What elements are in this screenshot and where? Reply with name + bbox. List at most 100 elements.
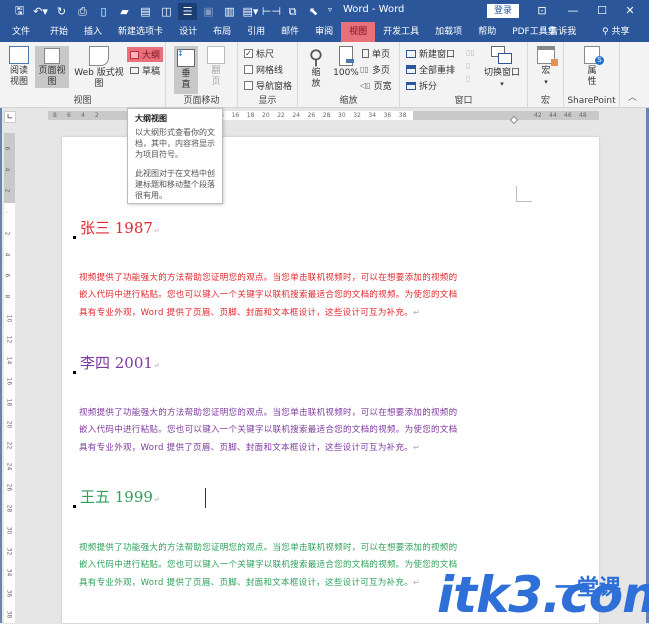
- tab-selector[interactable]: ∟: [4, 111, 16, 123]
- new-document-icon[interactable]: ▯: [94, 3, 113, 20]
- select-object-icon[interactable]: ⧉: [283, 3, 302, 20]
- outline-bullet: [73, 505, 76, 508]
- tab-new-tab[interactable]: 新建选项卡: [110, 22, 171, 42]
- group-sharepoint: S 属 性 SharePoint: [564, 42, 620, 108]
- arrange-all-label: 全部重排: [419, 66, 456, 76]
- vertical-ruler-tick-label: 34: [5, 568, 13, 577]
- save-icon[interactable]: 🖫: [10, 3, 29, 20]
- paragraph-2[interactable]: 视频提供了功能强大的方法帮助您证明您的观点。当您单击联机视频时，可以在想要添加的…: [79, 405, 464, 457]
- tab-developer[interactable]: 开发工具: [375, 22, 427, 42]
- heading-3[interactable]: 王五 1999↵: [80, 486, 160, 507]
- tab-insert[interactable]: 插入: [76, 22, 110, 42]
- customize-qat-icon[interactable]: ▿: [328, 5, 332, 14]
- page-width-button[interactable]: ◁▯ 页宽: [360, 79, 392, 92]
- columns-icon[interactable]: ▥: [220, 3, 239, 20]
- properties-button[interactable]: S 属 性: [580, 46, 604, 88]
- open-folder-icon[interactable]: ▰: [115, 3, 134, 20]
- switch-windows-button[interactable]: 切换窗口 ▾: [480, 46, 524, 90]
- ribbon-display-options-icon[interactable]: ⊡: [532, 2, 552, 20]
- print-layout-button[interactable]: 页面视图: [35, 46, 69, 88]
- outline-view-icon[interactable]: ☰: [178, 3, 197, 20]
- tab-help[interactable]: 帮助: [470, 22, 504, 42]
- tab-mailings[interactable]: 邮件: [273, 22, 307, 42]
- nav-pane-checkbox[interactable]: 导航窗格: [244, 79, 292, 92]
- arrange-all-button[interactable]: 全部重排: [406, 63, 455, 76]
- reset-window-icon[interactable]: ▯: [466, 72, 476, 85]
- vertical-button[interactable]: ↕ 垂 直: [174, 46, 198, 94]
- sync-scroll-icon[interactable]: ▯: [466, 59, 476, 72]
- tab-view[interactable]: 视图: [341, 22, 376, 42]
- ruler-tick-label: 36: [383, 112, 392, 119]
- gridlines-check-icon: [244, 65, 253, 74]
- vertical-ruler-tick-label: 2: [3, 231, 11, 236]
- image-icon[interactable]: ▣: [199, 3, 218, 20]
- heading-3-text: 王五 1999: [80, 488, 153, 506]
- pointer-icon[interactable]: ⬉: [304, 3, 323, 20]
- heading-1[interactable]: 张三 1987↵: [80, 217, 160, 238]
- zoom-button[interactable]: ⚲ 缩 放: [304, 46, 328, 90]
- paragraph-1[interactable]: 视频提供了功能强大的方法帮助您证明您的观点。当您单击联机视频时，可以在想要添加的…: [79, 270, 464, 322]
- paragraph-3[interactable]: 视频提供了功能强大的方法帮助您证明您的观点。当您单击联机视频时，可以在想要添加的…: [79, 540, 464, 592]
- share-label: 共享: [611, 27, 630, 37]
- vertical-ruler-tick-label: 8: [3, 294, 11, 299]
- vertical-ruler-tick-label: 16: [5, 377, 13, 386]
- outline-icon: [130, 50, 139, 59]
- new-window-icon: [406, 49, 416, 58]
- paste-icon[interactable]: ▤: [136, 3, 155, 20]
- web-layout-button[interactable]: Web 版式视图: [71, 46, 127, 90]
- collapse-ribbon-icon[interactable]: ︿: [628, 90, 637, 103]
- tell-me-button[interactable]: 💡︎ 告诉我: [540, 22, 576, 42]
- macros-button[interactable]: 宏 ▾: [534, 46, 558, 88]
- web-page-icon: [89, 46, 109, 66]
- ruler-tick-label: 20: [262, 112, 270, 119]
- new-window-button[interactable]: 新建窗口: [406, 47, 455, 60]
- page-width-icon: ◁▯: [360, 81, 371, 90]
- vertical-ruler-tick-label: 4: [3, 252, 11, 257]
- zoom-100-button[interactable]: 100%: [332, 46, 360, 79]
- gridlines-checkbox[interactable]: 网格线: [244, 63, 283, 76]
- ruler-checkbox[interactable]: ✓ 标尺: [244, 47, 274, 60]
- undo-icon[interactable]: ↶▾: [31, 3, 50, 20]
- multiple-pages-button[interactable]: ▯▯ 多页: [360, 63, 390, 76]
- view-side-by-side-icon[interactable]: ▯▯: [466, 46, 476, 59]
- vertical-ruler-tick-label: 26: [5, 483, 13, 492]
- tab-layout[interactable]: 布局: [205, 22, 239, 42]
- vertical-ruler-tick-label: 14: [5, 356, 13, 365]
- paragraph-mark: ↵: [152, 226, 160, 235]
- paragraph-1-text: 视频提供了功能强大的方法帮助您证明您的观点。当您单击联机视频时，可以在想要添加的…: [79, 273, 458, 318]
- ruler-tick-label: 6: [67, 112, 71, 119]
- split-icon: [406, 81, 416, 90]
- outline-button[interactable]: 大纲: [127, 47, 164, 62]
- login-button[interactable]: 登录: [487, 4, 519, 18]
- tab-references[interactable]: 引用: [239, 22, 273, 42]
- spacing-icon[interactable]: ⊢⊣: [262, 3, 281, 20]
- side-to-side-button[interactable]: 翻 页: [204, 46, 228, 88]
- tab-home[interactable]: 开始: [38, 22, 76, 42]
- share-button[interactable]: ⚲ 共享: [602, 22, 629, 42]
- tab-file[interactable]: 文件: [0, 22, 38, 42]
- outline-view-tooltip: 大纲视图 以大纲形式查看你的文档，其中，内容将显示为项目符号。 此视图对于在文档…: [127, 108, 223, 204]
- draft-button[interactable]: 草稿: [130, 64, 160, 77]
- ruler-tick-label: 38: [398, 112, 407, 119]
- group-label-sharepoint: SharePoint: [567, 96, 616, 106]
- screenshot-icon[interactable]: ◫: [157, 3, 176, 20]
- paste-special-icon[interactable]: ▤▾: [241, 3, 260, 20]
- one-page-button[interactable]: 单页: [362, 47, 390, 60]
- tab-add-ins[interactable]: 加载项: [427, 22, 470, 42]
- read-mode-button[interactable]: 阅读 视图: [6, 46, 32, 88]
- switch-windows-label: 切换窗口: [483, 68, 520, 78]
- heading-2[interactable]: 李四 2001↵: [80, 352, 160, 373]
- tab-design[interactable]: 设计: [171, 22, 205, 42]
- maximize-button[interactable]: ☐: [592, 2, 612, 20]
- print-preview-icon[interactable]: ⎙: [73, 3, 92, 20]
- minimize-button[interactable]: —: [563, 2, 583, 20]
- nav-pane-label: 导航窗格: [256, 82, 293, 92]
- tab-review[interactable]: 审阅: [307, 22, 341, 42]
- split-button[interactable]: 拆分: [406, 79, 437, 92]
- vertical-ruler-tick-label: ·: [2, 211, 10, 214]
- redo-icon[interactable]: ↻: [52, 3, 71, 20]
- ruler-tick-label: 42: [534, 112, 542, 119]
- vertical-ruler-tick-label: 12: [5, 335, 13, 344]
- ruler-tick-label: 8: [53, 112, 57, 119]
- close-button[interactable]: ✕: [620, 2, 640, 20]
